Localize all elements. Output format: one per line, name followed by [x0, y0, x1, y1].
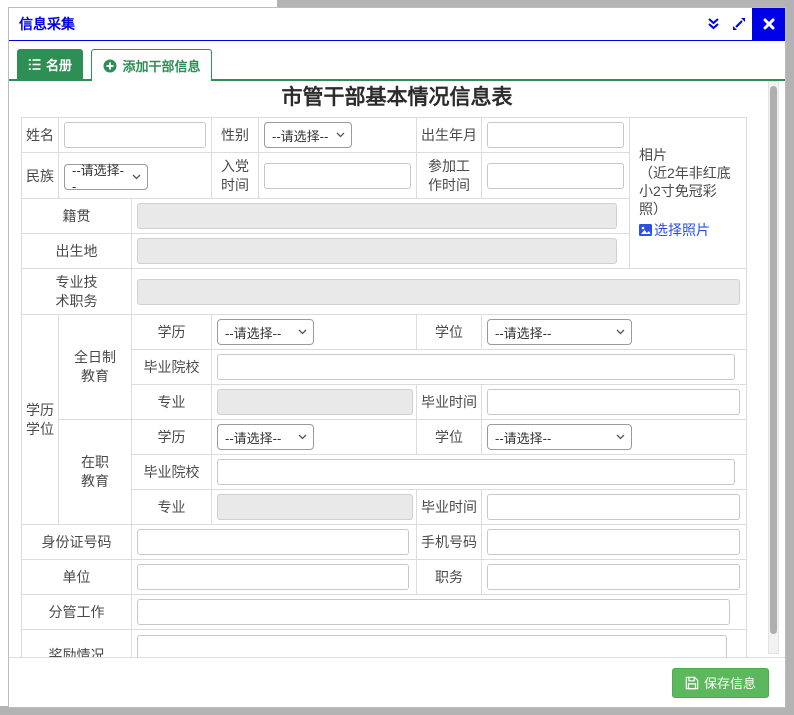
ft-major-input — [217, 389, 413, 415]
chevron-down-icon — [298, 329, 307, 335]
gender-select-value: --请选择-- — [272, 126, 328, 145]
oj-degree-select[interactable]: --请选择-- — [217, 424, 314, 450]
tab-add-label: 添加干部信息 — [122, 56, 200, 75]
photo-label: 相片 — [639, 147, 667, 163]
birth-place-input — [137, 238, 617, 264]
form-content: 市管干部基本情况信息表 姓名 性别 --请选择-- 出生年月 — [9, 81, 785, 659]
ft-degree-select[interactable]: --请选择-- — [217, 319, 314, 345]
oj-major-label: 专业 — [132, 490, 212, 525]
gender-select[interactable]: --请选择-- — [264, 122, 352, 148]
oj-academic-select-value: --请选择-- — [495, 428, 551, 447]
photo-hint: （近2年非红底小2寸免冠彩照） — [639, 165, 731, 217]
ft-academic-select[interactable]: --请选择-- — [487, 319, 632, 345]
work-time-input[interactable] — [487, 163, 624, 189]
ethnicity-select[interactable]: --请选择-- — [64, 164, 148, 190]
ft-academic-select-value: --请选择-- — [495, 323, 551, 342]
phone-label: 手机号码 — [417, 525, 482, 560]
photo-cell: 相片 （近2年非红底小2寸免冠彩照） 选择照片 — [630, 118, 747, 269]
save-button[interactable]: 保存信息 — [672, 668, 769, 698]
id-number-label: 身份证号码 — [22, 525, 132, 560]
chevron-down-icon — [616, 329, 625, 335]
tab-add-cadre-info[interactable]: 添加干部信息 — [91, 49, 212, 81]
tech-title-input — [137, 279, 740, 305]
phone-input[interactable] — [487, 529, 740, 555]
oj-academic-select[interactable]: --请选择-- — [487, 424, 632, 450]
page-background-left — [0, 0, 8, 706]
name-label: 姓名 — [22, 118, 59, 153]
chevron-down-icon — [132, 174, 141, 180]
awards-label: 奖励情况 （县处级以上） — [22, 630, 132, 660]
chevron-down-icon — [298, 434, 307, 440]
scrollbar-thumb[interactable] — [770, 86, 777, 634]
oj-grad-time-label: 毕业时间 — [417, 490, 482, 525]
form-title: 市管干部基本情况信息表 — [9, 85, 785, 111]
birth-date-label: 出生年月 — [417, 118, 482, 153]
chevron-down-icon — [336, 132, 345, 138]
chevron-down-icon — [616, 434, 625, 440]
maximize-icon[interactable] — [726, 11, 752, 37]
oj-school-label: 毕业院校 — [132, 455, 212, 490]
choose-photo-label: 选择照片 — [654, 221, 710, 239]
ft-school-label: 毕业院校 — [132, 350, 212, 385]
collapse-icon[interactable] — [700, 11, 726, 37]
tech-title-label: 专业技 术职务 — [22, 269, 132, 315]
oj-degree-label: 学历 — [132, 420, 212, 455]
awards-textarea[interactable] — [137, 635, 727, 659]
duty-label: 分管工作 — [22, 595, 132, 630]
oj-major-input — [217, 494, 413, 520]
position-input[interactable] — [487, 564, 740, 590]
ethnicity-label: 民族 — [22, 153, 59, 199]
oj-degree-select-value: --请选择-- — [225, 428, 281, 447]
cadre-info-table: 姓名 性别 --请选择-- 出生年月 相片 （近2年非红底小2寸免冠彩照） — [21, 117, 747, 659]
dialog-header: 信息采集 — [9, 8, 785, 41]
oj-grad-time-input[interactable] — [487, 494, 740, 520]
list-icon — [28, 58, 41, 71]
ft-degree-select-value: --请选择-- — [225, 323, 281, 342]
tab-roster-label: 名册 — [46, 55, 72, 74]
ft-academic-label: 学位 — [417, 315, 482, 350]
birth-date-input[interactable] — [487, 122, 624, 148]
edu-group-label: 学历 学位 — [22, 315, 59, 525]
info-collection-dialog: 信息采集 名册 添加干部信息 市管干部基本情况信息表 — [8, 7, 786, 708]
scrollbar-track[interactable] — [768, 81, 779, 654]
ethnicity-select-value: --请选择-- — [72, 160, 126, 194]
ft-degree-label: 学历 — [132, 315, 212, 350]
oj-school-input[interactable] — [217, 459, 735, 485]
dialog-footer: 保存信息 — [9, 657, 785, 707]
ft-major-label: 专业 — [132, 385, 212, 420]
fulltime-edu-label: 全日制 教育 — [59, 315, 132, 420]
onjob-edu-label: 在职 教育 — [59, 420, 132, 525]
image-icon — [639, 224, 652, 236]
ft-school-input[interactable] — [217, 354, 735, 380]
ft-grad-time-input[interactable] — [487, 389, 740, 415]
close-icon[interactable] — [752, 8, 785, 40]
save-button-label: 保存信息 — [704, 673, 756, 692]
dialog-title: 信息采集 — [9, 14, 75, 34]
id-number-input[interactable] — [137, 529, 409, 555]
oj-academic-label: 学位 — [417, 420, 482, 455]
name-input[interactable] — [64, 122, 206, 148]
gender-label: 性别 — [212, 118, 259, 153]
position-label: 职务 — [417, 560, 482, 595]
native-place-label: 籍贯 — [22, 199, 132, 234]
tab-roster[interactable]: 名册 — [17, 49, 83, 79]
choose-photo-link[interactable]: 选择照片 — [639, 221, 710, 239]
ft-grad-time-label: 毕业时间 — [417, 385, 482, 420]
save-icon — [685, 676, 699, 690]
work-time-label: 参加工 作时间 — [417, 153, 482, 199]
tab-bar: 名册 添加干部信息 — [9, 41, 785, 81]
unit-input[interactable] — [137, 564, 409, 590]
birth-place-label: 出生地 — [22, 234, 132, 269]
party-time-input[interactable] — [264, 163, 411, 189]
plus-circle-icon — [103, 59, 117, 73]
party-time-label: 入党 时间 — [212, 153, 259, 199]
unit-label: 单位 — [22, 560, 132, 595]
duty-input[interactable] — [137, 599, 730, 625]
native-place-input — [137, 203, 617, 229]
